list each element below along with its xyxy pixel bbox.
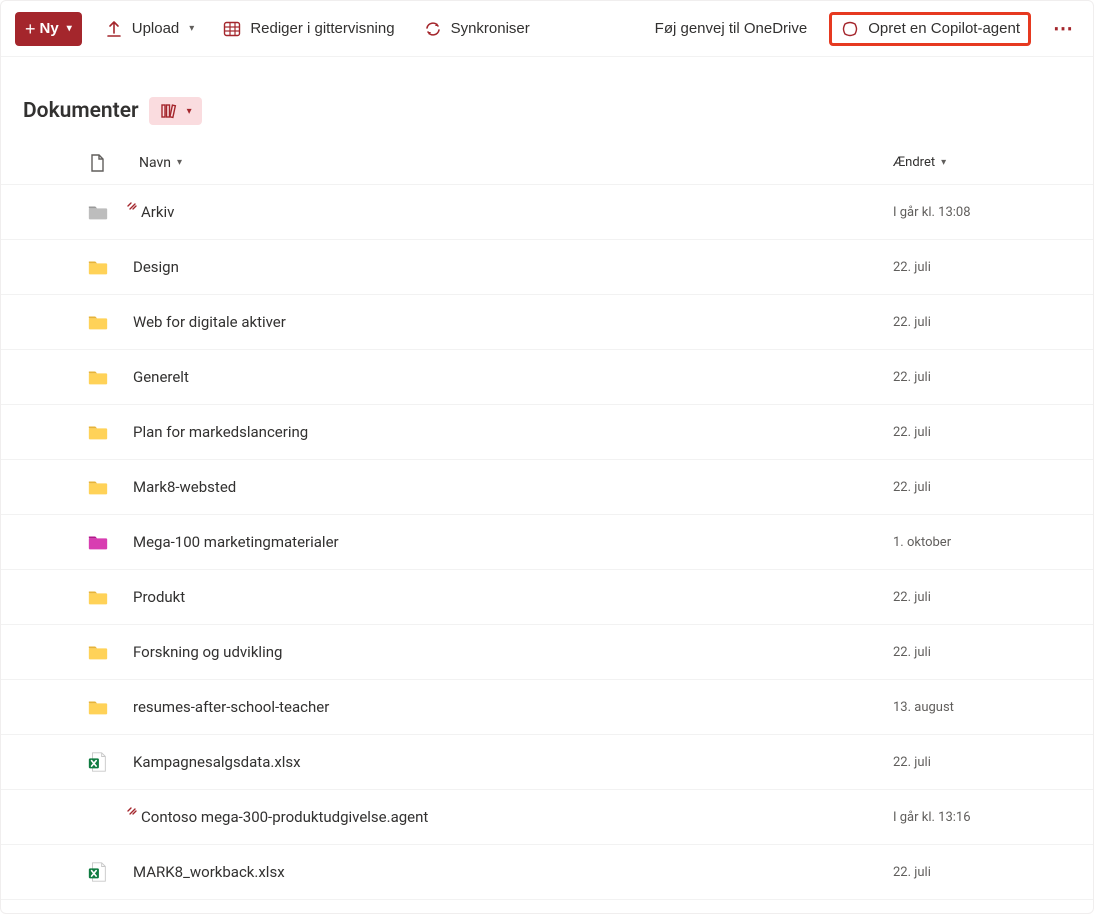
- list-column-headers: Navn ▾ Ændret ▾: [1, 141, 1093, 185]
- sync-label: Synkroniser: [451, 20, 530, 37]
- upload-label: Upload: [132, 20, 180, 37]
- add-onedrive-shortcut-button[interactable]: Føj genvej til OneDrive: [649, 14, 814, 43]
- ellipsis-icon: ⋯: [1053, 18, 1073, 40]
- item-modified: 1. oktober: [893, 535, 1093, 550]
- file-list: Arkiv I går kl. 13:08 Design 22. juli We…: [1, 185, 1093, 900]
- upload-icon: [104, 19, 124, 39]
- item-modified: 13. august: [893, 700, 1093, 715]
- item-name-link[interactable]: Plan for markedslancering: [133, 423, 308, 441]
- list-row[interactable]: Forskning og udvikling 22. juli: [1, 625, 1093, 680]
- item-modified: 22. juli: [893, 645, 1093, 660]
- folder-icon: [87, 641, 109, 663]
- command-bar: + Ny ▾ Upload ▾ Rediger i gittervisning …: [1, 1, 1093, 57]
- column-header-name[interactable]: Navn ▾: [125, 155, 893, 171]
- create-copilot-agent-label: Opret en Copilot-agent: [868, 20, 1020, 37]
- item-modified: 22. juli: [893, 865, 1093, 880]
- folder-icon: [87, 201, 109, 223]
- list-row[interactable]: Contoso mega-300-produktudgivelse.agent …: [1, 790, 1093, 845]
- list-row[interactable]: Arkiv I går kl. 13:08: [1, 185, 1093, 240]
- item-modified: 22. juli: [893, 755, 1093, 770]
- list-row[interactable]: Kampagnesalgsdata.xlsx 22. juli: [1, 735, 1093, 790]
- chevron-down-icon: ▾: [187, 106, 192, 117]
- item-modified: I går kl. 13:16: [893, 810, 1093, 825]
- folder-icon: [87, 476, 109, 498]
- chevron-down-icon: ▾: [189, 23, 194, 34]
- item-modified: 22. juli: [893, 480, 1093, 495]
- upload-button[interactable]: Upload ▾: [98, 13, 201, 45]
- add-shortcut-label: Føj genvej til OneDrive: [655, 20, 808, 37]
- grid-icon: [222, 19, 242, 39]
- item-name-link[interactable]: Mark8-websted: [133, 478, 236, 496]
- folder-icon: [87, 366, 109, 388]
- column-header-type[interactable]: [87, 153, 125, 173]
- excel-file-icon: [87, 861, 109, 883]
- new-button[interactable]: + Ny ▾: [15, 12, 82, 46]
- file-icon: [87, 153, 107, 173]
- item-name-link[interactable]: Contoso mega-300-produktudgivelse.agent: [141, 808, 428, 826]
- column-header-name-label: Navn: [139, 155, 171, 171]
- new-indicator-icon: [127, 805, 137, 815]
- folder-icon: [87, 311, 109, 333]
- copilot-agent-icon: [87, 806, 109, 828]
- column-header-modified-label: Ændret: [893, 155, 935, 170]
- view-selector-chip[interactable]: ▾: [149, 97, 202, 125]
- item-modified: I går kl. 13:08: [893, 205, 1093, 220]
- item-name-link[interactable]: MARK8_workback.xlsx: [133, 863, 285, 881]
- item-name-link[interactable]: Generelt: [133, 368, 189, 386]
- page-title: Dokumenter: [23, 99, 139, 123]
- chevron-down-icon: ▾: [67, 23, 72, 34]
- item-name-link[interactable]: Web for digitale aktiver: [133, 313, 286, 331]
- sync-button[interactable]: Synkroniser: [417, 13, 536, 45]
- folder-icon: [87, 531, 109, 553]
- item-name-link[interactable]: Forskning og udvikling: [133, 643, 282, 661]
- folder-icon: [87, 696, 109, 718]
- column-header-modified[interactable]: Ændret ▾: [893, 155, 1093, 170]
- sync-icon: [423, 19, 443, 39]
- plus-icon: +: [25, 20, 36, 38]
- copilot-icon: [840, 19, 860, 39]
- new-indicator-icon: [127, 200, 137, 210]
- item-modified: 22. juli: [893, 370, 1093, 385]
- list-row[interactable]: Plan for markedslancering 22. juli: [1, 405, 1093, 460]
- item-name-link[interactable]: Produkt: [133, 588, 185, 606]
- list-row[interactable]: Generelt 22. juli: [1, 350, 1093, 405]
- item-modified: 22. juli: [893, 260, 1093, 275]
- new-button-label: Ny: [40, 20, 59, 37]
- create-copilot-agent-button[interactable]: Opret en Copilot-agent: [829, 12, 1031, 46]
- folder-icon: [87, 421, 109, 443]
- page-header: Dokumenter ▾: [1, 57, 1093, 141]
- books-icon: [159, 101, 179, 121]
- edit-grid-label: Rediger i gittervisning: [250, 20, 394, 37]
- item-name-link[interactable]: Design: [133, 258, 179, 276]
- item-name-link[interactable]: Mega-100 marketingmaterialer: [133, 533, 339, 551]
- list-row[interactable]: Web for digitale aktiver 22. juli: [1, 295, 1093, 350]
- list-row[interactable]: MARK8_workback.xlsx 22. juli: [1, 845, 1093, 900]
- folder-icon: [87, 586, 109, 608]
- item-modified: 22. juli: [893, 590, 1093, 605]
- list-row[interactable]: Design 22. juli: [1, 240, 1093, 295]
- edit-grid-button[interactable]: Rediger i gittervisning: [216, 13, 400, 45]
- chevron-down-icon: ▾: [177, 157, 182, 168]
- list-row[interactable]: Produkt 22. juli: [1, 570, 1093, 625]
- list-row[interactable]: Mark8-websted 22. juli: [1, 460, 1093, 515]
- chevron-down-icon: ▾: [941, 157, 946, 168]
- item-name-link[interactable]: Kampagnesalgsdata.xlsx: [133, 753, 301, 771]
- item-name-link[interactable]: Arkiv: [141, 203, 174, 221]
- folder-icon: [87, 256, 109, 278]
- more-commands-button[interactable]: ⋯: [1047, 12, 1079, 45]
- item-modified: 22. juli: [893, 315, 1093, 330]
- list-row[interactable]: Mega-100 marketingmaterialer 1. oktober: [1, 515, 1093, 570]
- excel-file-icon: [87, 751, 109, 773]
- list-row[interactable]: resumes-after-school-teacher 13. august: [1, 680, 1093, 735]
- item-modified: 22. juli: [893, 425, 1093, 440]
- item-name-link[interactable]: resumes-after-school-teacher: [133, 698, 329, 716]
